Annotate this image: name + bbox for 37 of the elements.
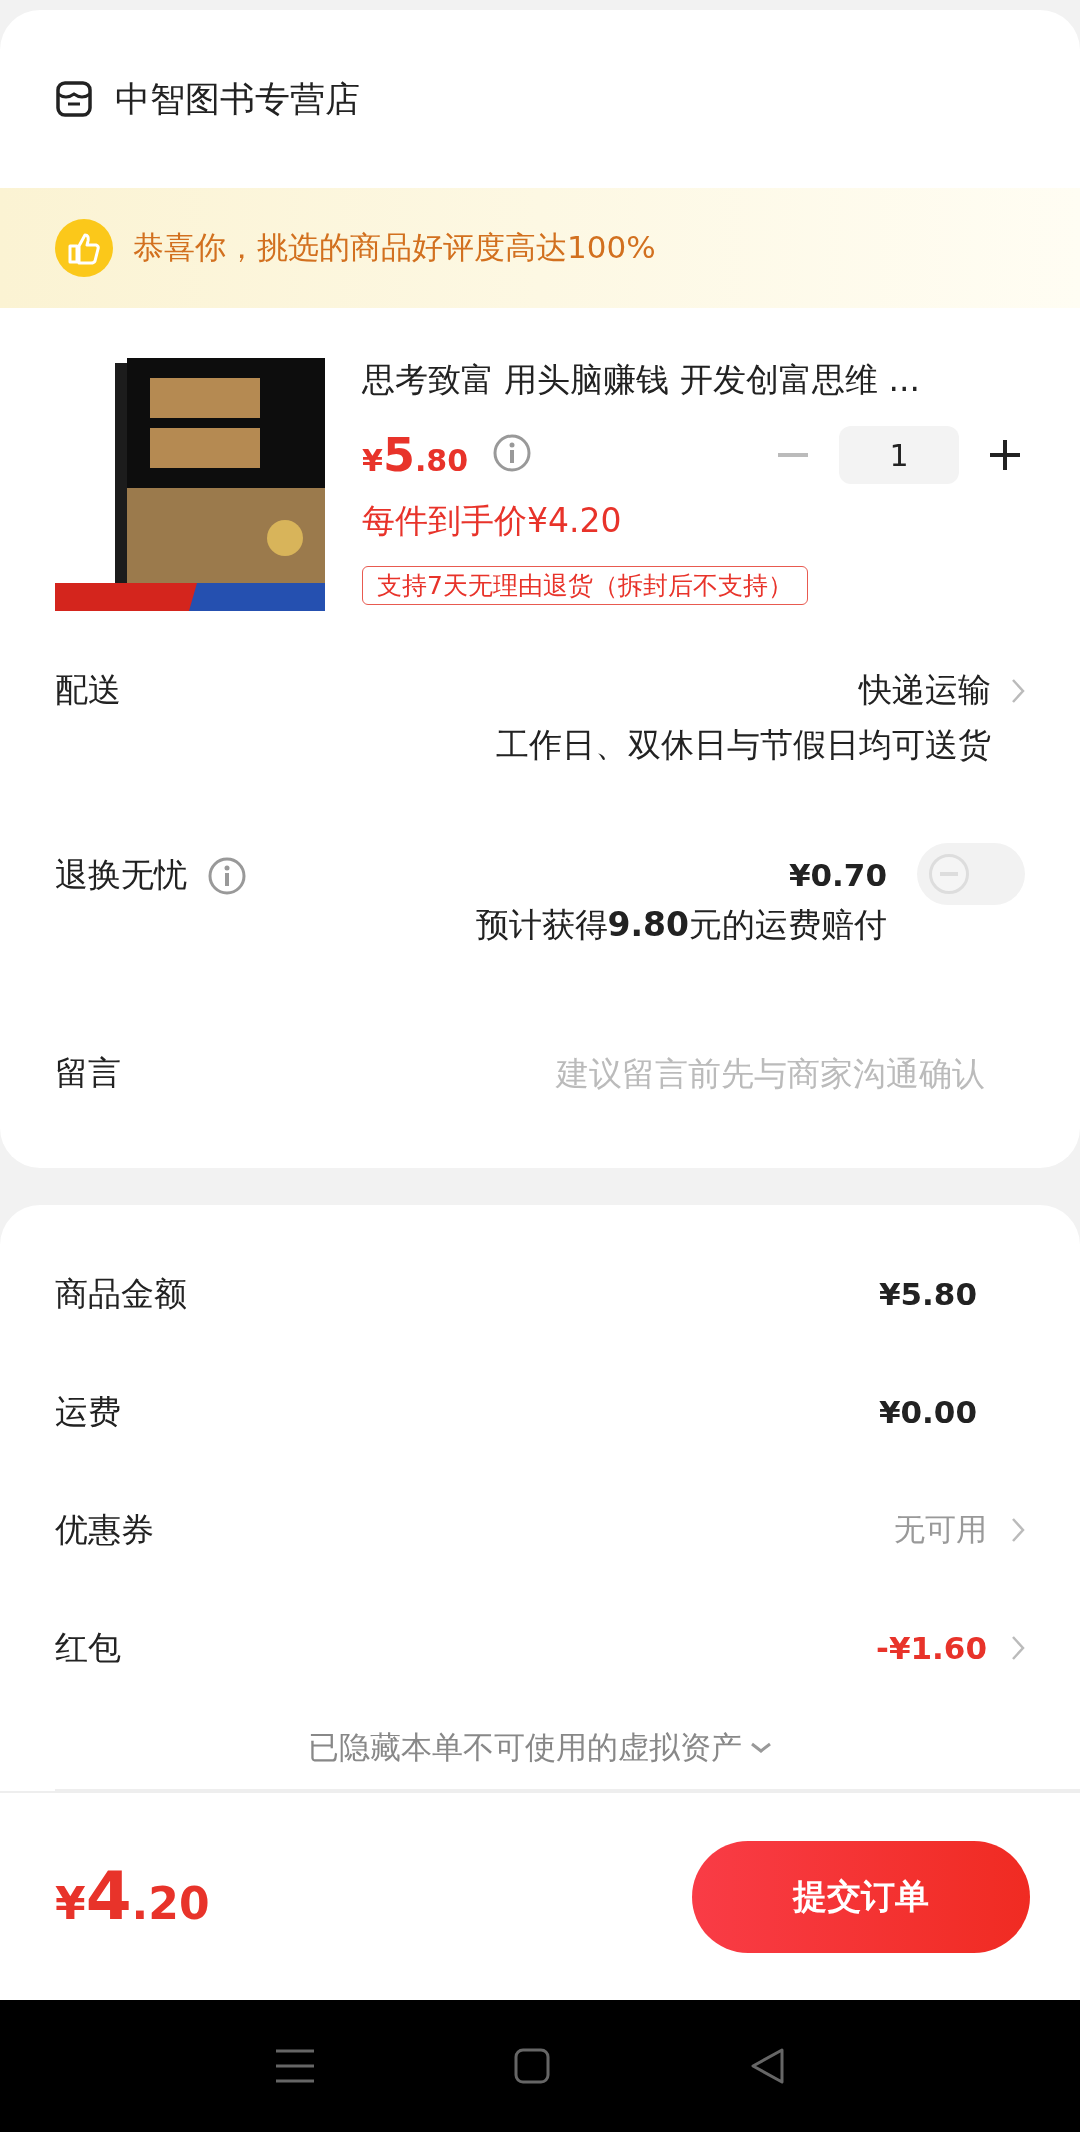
info-icon[interactable] — [492, 433, 533, 473]
unit-price: 每件到手价¥4.20 — [362, 500, 623, 542]
chevron-right-icon — [1011, 677, 1025, 704]
store-icon — [55, 80, 93, 118]
summary-label: 优惠券 — [55, 1508, 154, 1551]
product-price: ¥5.80 — [362, 428, 469, 482]
plus-icon — [990, 440, 1020, 470]
summary-value: ¥0.00 — [878, 1394, 977, 1430]
insurance-note: 预计获得9.80元的运费赔付 — [475, 904, 887, 946]
minus-icon — [778, 453, 808, 457]
chevron-right-icon — [1011, 1517, 1025, 1543]
total-price: ¥4.20 — [55, 1858, 210, 1935]
chevron-right-icon — [1011, 1635, 1025, 1661]
delivery-note: 工作日、双休日与节假日均可送货 — [496, 724, 991, 766]
home-icon[interactable] — [514, 2048, 550, 2084]
thumbs-up-icon — [55, 219, 113, 277]
summary-label: 红包 — [55, 1626, 121, 1669]
return-insurance-label: 退换无忧 — [55, 854, 187, 896]
product-title[interactable]: 思考致富 用头脑赚钱 开发创富思维 ... — [362, 358, 1025, 403]
hidden-assets-toggle[interactable]: 已隐藏本单不可使用的虚拟资产 — [308, 1707, 772, 1789]
info-icon[interactable] — [207, 855, 247, 896]
submit-order-button[interactable]: 提交订单 — [692, 1840, 1030, 1953]
store-name[interactable]: 中智图书专营店 — [115, 75, 360, 123]
summary-value[interactable]: -¥1.60 — [876, 1630, 987, 1666]
message-label: 留言 — [55, 1051, 121, 1094]
summary-label: 商品金额 — [55, 1272, 187, 1315]
chevron-down-icon — [750, 1742, 772, 1754]
back-icon[interactable] — [750, 2048, 784, 2084]
insurance-price: ¥0.70 — [788, 857, 887, 893]
delivery-label: 配送 — [55, 669, 121, 711]
delivery-method[interactable]: 快递运输 — [859, 668, 991, 713]
return-policy-tag: 支持7天无理由退货（拆封后不支持） — [362, 566, 808, 605]
banner-text: 恭喜你，挑选的商品好评度高达100% — [133, 228, 656, 267]
quantity-field[interactable]: 1 — [839, 426, 959, 484]
summary-label: 运费 — [55, 1390, 121, 1433]
summary-value: ¥5.80 — [878, 1276, 977, 1312]
menu-icon[interactable] — [276, 2049, 314, 2083]
